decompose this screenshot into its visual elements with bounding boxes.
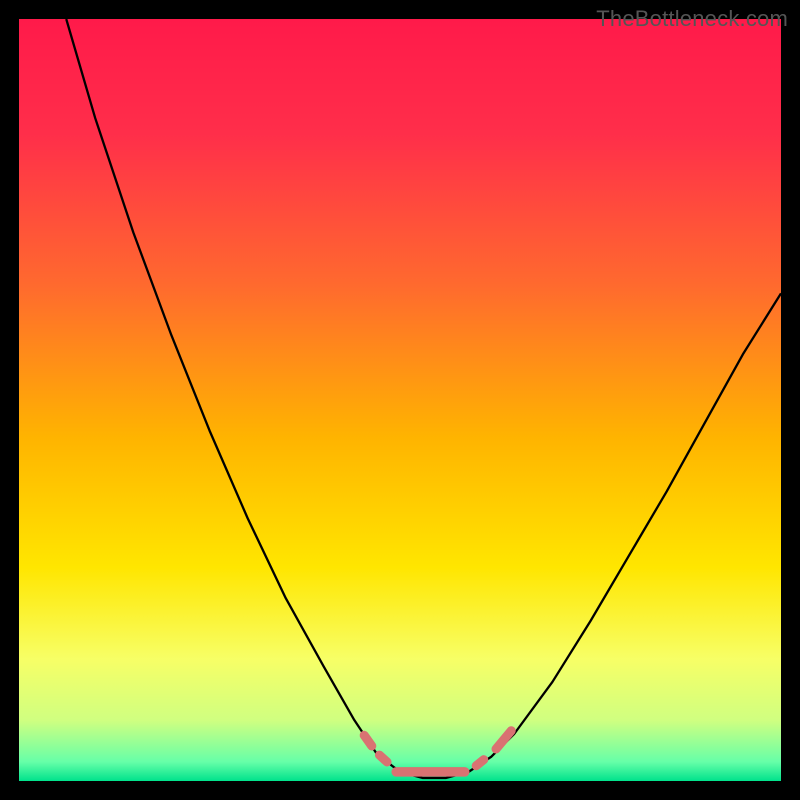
highlight-segment bbox=[379, 755, 387, 762]
highlight-segment bbox=[364, 735, 372, 746]
chart-frame: TheBottleneck.com bbox=[0, 0, 800, 800]
chart-plot bbox=[19, 19, 781, 781]
chart-background bbox=[19, 19, 781, 781]
highlight-segment bbox=[476, 760, 484, 766]
watermark-label: TheBottleneck.com bbox=[596, 6, 788, 32]
